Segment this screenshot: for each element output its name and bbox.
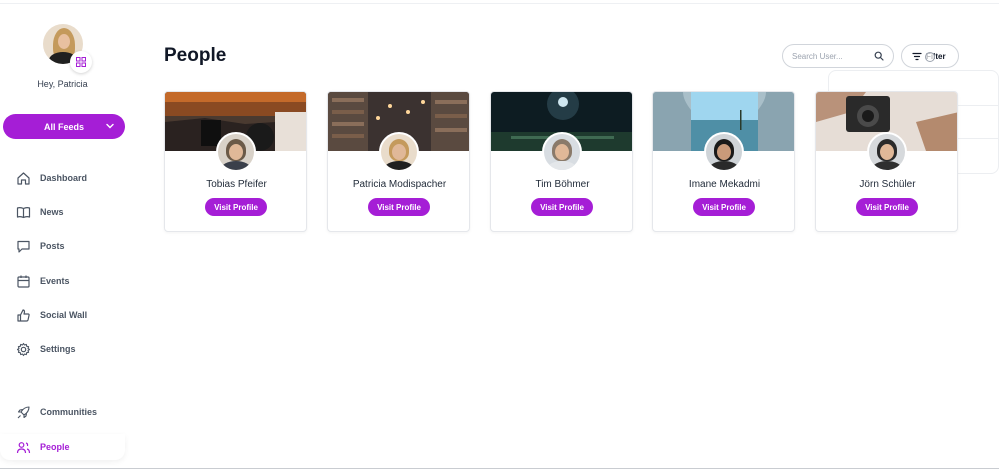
sidebar-item-social-wall[interactable]: Social Wall — [0, 302, 125, 328]
person-avatar[interactable] — [704, 132, 744, 172]
person-avatar[interactable] — [379, 132, 419, 172]
filter-icon — [912, 52, 922, 61]
search-input[interactable] — [792, 49, 872, 63]
user-avatar[interactable] — [43, 24, 92, 73]
grid-icon[interactable] — [70, 51, 92, 73]
sidebar: Hey, Patricia All Feeds Dashboard News P… — [0, 0, 130, 473]
sidebar-item-people[interactable]: People — [0, 434, 125, 460]
person-avatar[interactable] — [867, 132, 907, 172]
person-name: Imane Mekadmi — [688, 179, 761, 190]
sidebar-item-label: Events — [40, 276, 70, 286]
visit-profile-button[interactable]: Visit Profile — [693, 198, 755, 216]
all-feeds-label: All Feeds — [43, 121, 84, 132]
person-name: Tobias Pfeifer — [206, 179, 267, 190]
sidebar-item-settings[interactable]: Settings — [0, 336, 125, 362]
person-card: Patricia Modispacher Visit Profile — [327, 91, 470, 232]
person-card: Imane Mekadmi Visit Profile — [652, 91, 795, 232]
search-icon[interactable] — [874, 51, 884, 61]
greeting: Hey, Patricia — [37, 79, 88, 89]
sidebar-item-posts[interactable]: Posts — [0, 233, 125, 259]
sidebar-item-dashboard[interactable]: Dashboard — [0, 165, 125, 191]
bottom-divider — [0, 468, 999, 469]
sidebar-item-communities[interactable]: Communities — [0, 399, 125, 425]
mouse-cursor — [925, 52, 935, 62]
sidebar-item-news[interactable]: News — [0, 199, 125, 225]
visit-profile-button[interactable]: Visit Profile — [856, 198, 918, 216]
person-card: Jörn Schüler Visit Profile — [815, 91, 958, 232]
person-avatar[interactable] — [542, 132, 582, 172]
visit-profile-button[interactable]: Visit Profile — [205, 198, 267, 216]
sidebar-item-label: Settings — [40, 344, 76, 354]
sidebar-item-label: News — [40, 207, 64, 217]
chevron-down-icon — [106, 123, 114, 129]
person-avatar[interactable] — [216, 132, 256, 172]
sidebar-item-label: Social Wall — [40, 310, 88, 320]
sidebar-item-label: Posts — [40, 241, 65, 251]
sidebar-item-label: People — [40, 442, 70, 452]
visit-profile-button[interactable]: Visit Profile — [531, 198, 593, 216]
person-card: Tobias Pfeifer Visit Profile — [164, 91, 307, 232]
rocket-icon — [17, 406, 30, 419]
calendar-icon — [17, 275, 30, 288]
sidebar-item-label: Communities — [40, 407, 98, 417]
gear-icon — [16, 342, 31, 357]
all-feeds-dropdown[interactable]: All Feeds — [3, 114, 125, 139]
top-divider — [0, 3, 999, 4]
sidebar-item-events[interactable]: Events — [0, 268, 125, 294]
chat-bubble-icon — [17, 240, 30, 253]
users-icon — [16, 442, 31, 454]
thumbs-up-icon — [17, 309, 30, 322]
sidebar-item-label: Dashboard — [40, 173, 88, 183]
person-name: Patricia Modispacher — [352, 179, 447, 190]
search-box[interactable] — [782, 44, 894, 68]
visit-profile-button[interactable]: Visit Profile — [368, 198, 430, 216]
home-icon — [17, 172, 30, 185]
page-title: People — [164, 45, 227, 66]
person-card: Tim Böhmer Visit Profile — [490, 91, 633, 232]
book-icon — [16, 207, 31, 219]
person-name: Tim Böhmer — [535, 179, 590, 190]
person-name: Jörn Schüler — [859, 179, 916, 190]
